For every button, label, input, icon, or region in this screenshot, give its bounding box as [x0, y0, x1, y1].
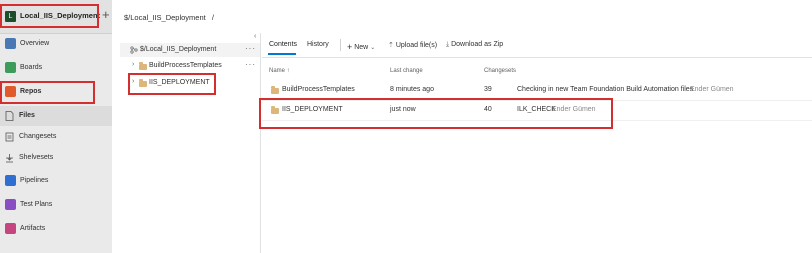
plus-icon: + — [347, 42, 353, 52]
folder-icon — [271, 86, 279, 94]
download-icon: ⤓ — [446, 41, 450, 48]
nav-item-files[interactable]: Files — [0, 106, 112, 126]
new-label: New — [354, 44, 369, 51]
overview-icon — [5, 38, 16, 49]
chevron-down-icon: ⌄ — [370, 45, 376, 51]
nav-label: Test Plans — [20, 201, 53, 208]
new-button[interactable]: + New ⌄ — [347, 41, 376, 52]
file-icon — [5, 111, 14, 121]
highlight-box-row — [259, 98, 613, 129]
nav-item-changesets[interactable]: Changesets — [0, 127, 112, 147]
divider — [340, 39, 341, 51]
pipelines-icon — [5, 175, 16, 186]
highlight-box-project — [0, 4, 99, 28]
row-last-change: 8 minutes ago — [390, 86, 434, 93]
more-icon[interactable]: ··· — [245, 60, 256, 69]
nav-label: Overview — [20, 40, 50, 47]
highlight-box-tree — [128, 73, 216, 95]
shelveset-icon — [6, 154, 13, 163]
row-name[interactable]: BuildProcessTemplates — [282, 86, 355, 93]
nav-label: Artifacts — [20, 225, 46, 232]
nav-label: Files — [19, 112, 35, 119]
tree-root[interactable]: $/Local_IIS_Deployment ··· — [120, 43, 260, 57]
highlight-box-repos — [0, 81, 95, 104]
test-plans-icon — [5, 199, 16, 210]
source-icon — [130, 46, 138, 54]
upload-icon: ⇡ — [388, 42, 394, 49]
upload-button[interactable]: ⇡ Upload file(s) — [388, 41, 437, 49]
nav-label: Boards — [20, 64, 43, 71]
nav-label: Pipelines — [20, 177, 49, 184]
tree-item-buildprocesstemplates[interactable]: › BuildProcessTemplates ··· — [120, 59, 260, 73]
nav-item-boards[interactable]: Boards — [0, 57, 112, 79]
breadcrumb: $/Local_IIS_Deployment / — [124, 13, 214, 22]
column-header-name[interactable]: Name ↑ — [269, 68, 290, 74]
row-author: Ender Gümen — [690, 86, 734, 93]
tree-item-label: BuildProcessTemplates — [149, 62, 222, 69]
download-label: Download as Zip — [451, 41, 504, 48]
tab-bar: Contents History + New ⌄ ⇡ Upload file(s… — [262, 33, 812, 58]
nav-item-overview[interactable]: Overview — [0, 33, 112, 55]
row-changeset[interactable]: 39 — [484, 86, 492, 93]
collapse-icon[interactable]: ‹ — [254, 33, 256, 40]
nav-item-shelvesets[interactable]: Shelvesets — [0, 148, 112, 168]
nav-label: Shelvesets — [19, 154, 54, 161]
more-icon[interactable]: ··· — [245, 44, 256, 53]
upload-label: Upload file(s) — [395, 42, 438, 49]
nav-label: Changesets — [19, 133, 57, 140]
column-header-last-change: Last change — [390, 68, 423, 74]
row-comment: Checking in new Team Foundation Build Au… — [517, 86, 696, 93]
folder-tree: ‹ $/Local_IIS_Deployment ··· › BuildProc… — [120, 33, 261, 253]
add-icon[interactable]: + — [102, 7, 110, 22]
folder-icon — [139, 62, 147, 70]
sidebar: L Local_IIS_Deployment + Overview Boards… — [0, 0, 112, 253]
tab-contents[interactable]: Contents — [269, 41, 297, 48]
tab-history[interactable]: History — [307, 41, 329, 48]
download-zip-button[interactable]: ⤓ Download as Zip — [446, 41, 503, 49]
nav-item-artifacts[interactable]: Artifacts — [0, 218, 112, 240]
breadcrumb-separator: / — [211, 13, 214, 22]
chevron-right-icon[interactable]: › — [132, 61, 134, 68]
breadcrumb-path[interactable]: $/Local_IIS_Deployment — [124, 13, 206, 22]
artifacts-icon — [5, 223, 16, 234]
nav-item-pipelines[interactable]: Pipelines — [0, 170, 112, 192]
boards-icon — [5, 62, 16, 73]
column-header-changesets: Changesets — [484, 68, 517, 74]
tree-root-label: $/Local_IIS_Deployment — [140, 46, 217, 53]
nav-item-test-plans[interactable]: Test Plans — [0, 194, 112, 216]
changeset-icon — [5, 132, 14, 142]
active-tab-indicator — [268, 53, 296, 55]
